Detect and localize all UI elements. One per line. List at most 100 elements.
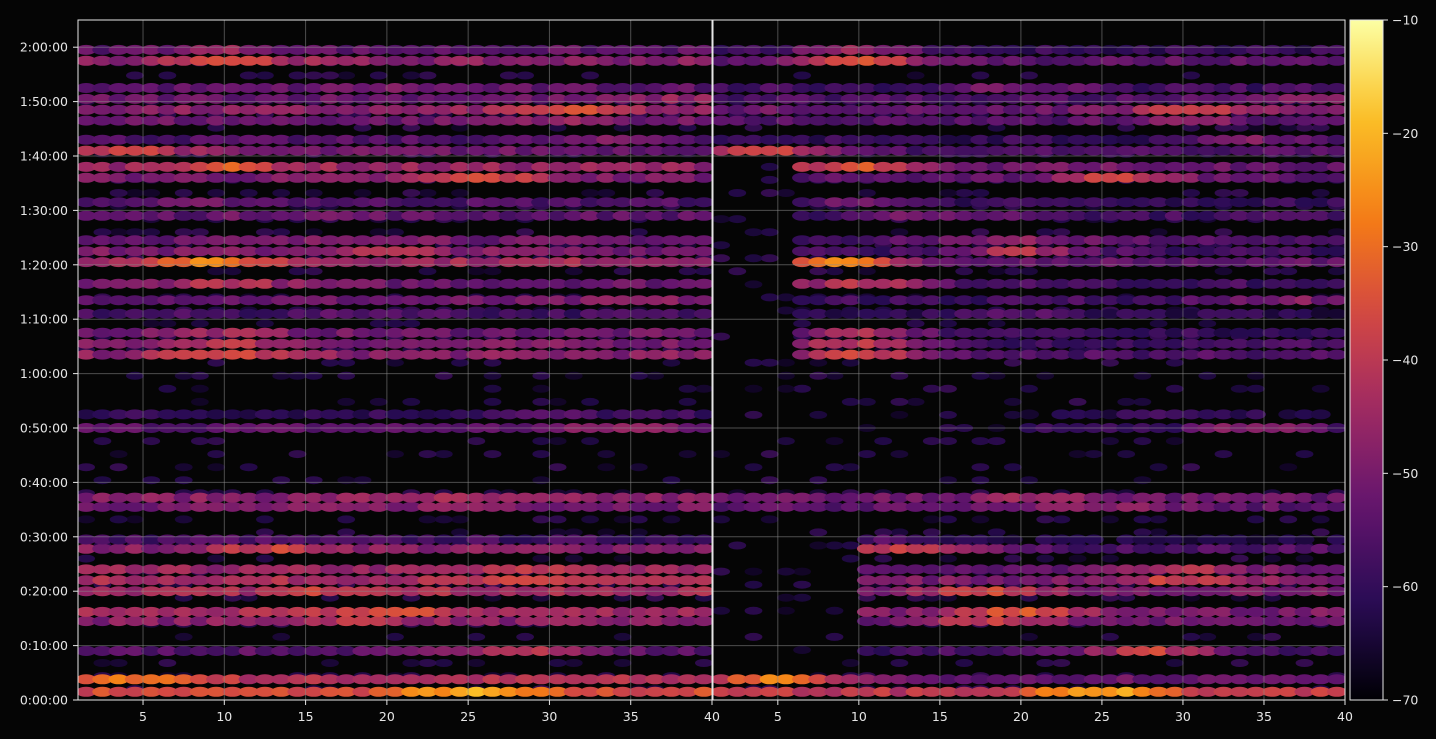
heatmap-cell <box>548 397 567 406</box>
heatmap-cell <box>744 410 763 419</box>
heatmap-cell <box>1149 515 1168 524</box>
heatmap-cell <box>809 528 828 537</box>
heatmap-cell <box>1101 515 1119 524</box>
heatmap-cell <box>744 632 763 641</box>
heatmap-cell <box>662 358 681 367</box>
heatmap-cell <box>1310 409 1331 420</box>
heatmap-cell <box>1247 632 1265 641</box>
heatmap-cell <box>304 267 323 276</box>
y-tick-label: 0:40:00 <box>20 475 68 490</box>
heatmap-cell <box>337 515 356 524</box>
heatmap-cell <box>777 371 795 380</box>
heatmap-cell <box>467 267 486 276</box>
heatmap-cell <box>1294 534 1315 545</box>
x-tick-label: 20 <box>379 709 395 724</box>
heatmap-cell <box>693 278 712 289</box>
heatmap-cell <box>613 267 632 276</box>
heatmap-cell <box>1149 228 1168 237</box>
x-tick-label: 20 <box>1013 709 1029 724</box>
heatmap-cell <box>499 71 518 80</box>
heatmap-cell <box>109 228 128 237</box>
heatmap-cell <box>174 189 193 197</box>
heatmap-cell <box>1326 501 1345 512</box>
heatmap-cell <box>678 397 697 406</box>
heatmap-cell <box>548 463 567 472</box>
heatmap-cell <box>1198 371 1217 380</box>
heatmap-cell <box>1326 686 1345 697</box>
heatmap-cell <box>337 397 356 406</box>
heatmap-cell <box>109 659 128 667</box>
heatmap-cell <box>288 71 307 80</box>
heatmap-cell <box>564 554 583 563</box>
heatmap-cell <box>516 71 534 80</box>
heatmap-cell <box>532 437 551 446</box>
heatmap-cell <box>483 267 502 276</box>
heatmap-cell <box>922 437 941 446</box>
y-tick-label: 1:00:00 <box>20 366 68 381</box>
y-tick-label: 1:10:00 <box>20 312 68 327</box>
y-tick-label: 1:30:00 <box>20 203 68 218</box>
heatmap-cell <box>1214 450 1233 459</box>
heatmap-cell <box>1326 93 1345 104</box>
heatmap-cell <box>1101 358 1119 367</box>
heatmap-cell <box>841 463 860 472</box>
heatmap-cell <box>1295 554 1314 563</box>
heatmap-cell <box>288 267 307 276</box>
heatmap-cell <box>1133 371 1152 380</box>
heatmap-cell <box>402 397 421 406</box>
heatmap-cell <box>841 358 860 367</box>
heatmap-cell <box>693 83 712 93</box>
heatmap-cell <box>1117 450 1136 459</box>
heatmap-cell <box>693 501 712 512</box>
heatmap-cell <box>467 659 486 667</box>
heatmap-cell <box>1263 632 1281 641</box>
heatmap-cell <box>1311 384 1330 393</box>
heatmap-cell <box>793 567 811 576</box>
heatmap-cell <box>1003 410 1022 419</box>
heatmap-cell <box>1003 554 1022 563</box>
heatmap-cell <box>1101 632 1119 641</box>
heatmap-cell <box>1101 437 1119 446</box>
heatmap-cell <box>760 228 779 237</box>
heatmap-cell <box>239 463 258 472</box>
heatmap-chart: 0:00:00 0:10:00 0:20:00 0:30:00 0:40:00 0:50:… <box>20 13 1419 725</box>
heatmap-cell <box>939 515 957 524</box>
heatmap-cell <box>890 371 909 380</box>
heatmap-cell <box>1003 267 1022 276</box>
heatmap-cell <box>1326 210 1345 221</box>
heatmap-cell <box>548 437 567 446</box>
heatmap-cell <box>304 189 323 197</box>
heatmap-cell <box>1279 267 1298 276</box>
heatmap-cell <box>713 215 730 224</box>
heatmap-cell <box>693 492 712 503</box>
heatmap-cell <box>451 358 469 367</box>
heatmap-cell <box>532 371 551 380</box>
heatmap-cell <box>841 554 860 563</box>
heatmap-cell <box>158 384 177 393</box>
heatmap-cell <box>613 659 632 667</box>
heatmap-cell <box>239 189 258 197</box>
heatmap-cell <box>1133 437 1152 446</box>
heatmap-cell <box>109 463 128 472</box>
heatmap-cell <box>1165 659 1184 667</box>
heatmap-cell <box>678 384 697 393</box>
heatmap-cell <box>939 189 957 197</box>
heatmap-cell <box>1036 228 1055 237</box>
heatmap-cell <box>272 371 291 380</box>
heatmap-cell <box>793 646 811 654</box>
heatmap-cell <box>1003 358 1022 367</box>
heatmap-cell <box>760 358 779 367</box>
heatmap-cell <box>809 358 828 367</box>
heatmap-cell <box>353 476 372 485</box>
heatmap-cell <box>613 554 632 563</box>
heatmap-cell <box>142 476 161 485</box>
heatmap-cell <box>825 606 844 615</box>
heatmap-cell <box>434 515 453 524</box>
heatmap-cell <box>971 228 990 237</box>
heatmap-cell <box>207 463 226 472</box>
heatmap-cell <box>693 409 712 420</box>
heatmap-cell <box>1165 358 1184 367</box>
heatmap-cell <box>1326 492 1345 503</box>
heatmap-cell <box>922 384 941 393</box>
heatmap-cell <box>693 543 712 554</box>
